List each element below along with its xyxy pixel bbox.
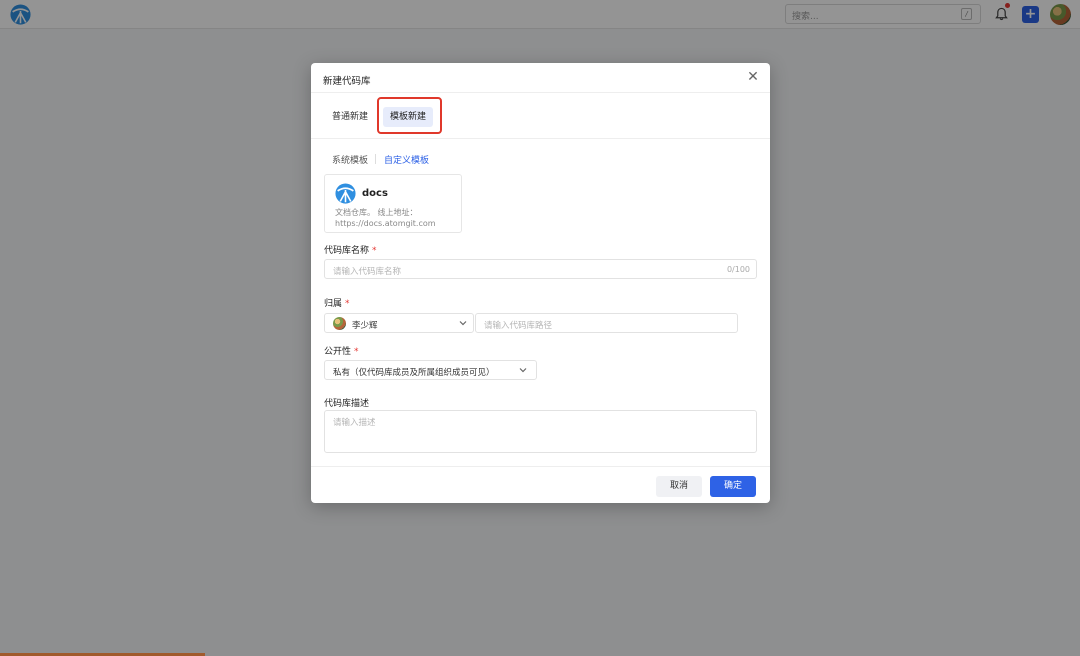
creation-mode-tabs: 普通新建 模板新建 [311, 93, 770, 139]
dialog-footer: 取消 确定 [311, 466, 770, 503]
tab-custom-template[interactable]: 自定义模板 [384, 153, 429, 166]
repo-path-placeholder: 请输入代码库路径 [484, 321, 553, 331]
visibility-label-text: 公开性 [324, 347, 352, 357]
avatar [333, 317, 346, 330]
owner-label-text: 归属 [324, 299, 343, 309]
owner-selected-value: 李少辉 [352, 321, 378, 331]
template-url: https://docs.atomgit.com [335, 219, 436, 228]
visibility-select[interactable]: 私有（仅代码库成员及所属组织成员可见） [324, 360, 537, 380]
repo-name-placeholder: 请输入代码库名称 [333, 267, 402, 277]
new-repository-dialog: 新建代码库 ✕ 普通新建 模板新建 系统模板 自定义模板 docs 文档仓库。 … [311, 63, 770, 503]
tab-system-template[interactable]: 系统模板 [332, 153, 368, 166]
description-label-text: 代码库描述 [324, 399, 370, 409]
repo-path-input[interactable]: 请输入代码库路径 [475, 313, 738, 333]
template-desc-line: 文档仓库。 线上地址： [335, 208, 418, 217]
repo-name-label-text: 代码库名称 [324, 246, 370, 256]
required-mark: * [345, 299, 350, 309]
cancel-button[interactable]: 取消 [656, 476, 702, 497]
required-mark: * [372, 246, 377, 256]
template-card-docs[interactable]: docs 文档仓库。 线上地址： https://docs.atomgit.co… [324, 174, 462, 233]
visibility-selected-value: 私有（仅代码库成员及所属组织成员可见） [333, 368, 495, 378]
docs-logo-icon [335, 183, 356, 204]
dialog-title: 新建代码库 [323, 76, 371, 87]
chevron-down-icon [519, 368, 527, 373]
close-icon[interactable]: ✕ [745, 69, 761, 85]
tab-normal-create[interactable]: 普通新建 [325, 107, 375, 127]
chevron-down-icon [459, 321, 467, 326]
description-textarea[interactable]: 请输入描述 [324, 410, 757, 453]
template-name: docs [362, 188, 388, 199]
char-counter: 0/100 [726, 265, 750, 274]
required-mark: * [354, 347, 359, 357]
tab-divider [375, 154, 376, 164]
confirm-button[interactable]: 确定 [710, 476, 756, 497]
owner-select[interactable]: 李少辉 [324, 313, 474, 333]
description-label: 代码库描述 [324, 396, 369, 409]
owner-label: 归属 * [324, 296, 350, 309]
description-placeholder: 请输入描述 [333, 418, 376, 428]
highlight-annotation-box [377, 97, 442, 134]
dialog-header: 新建代码库 ✕ [311, 63, 770, 93]
repo-name-label: 代码库名称 * [324, 243, 377, 256]
template-description: 文档仓库。 线上地址： https://docs.atomgit.com [335, 207, 436, 229]
repo-name-input[interactable]: 请输入代码库名称 0/100 [324, 259, 757, 279]
visibility-label: 公开性 * [324, 344, 359, 357]
